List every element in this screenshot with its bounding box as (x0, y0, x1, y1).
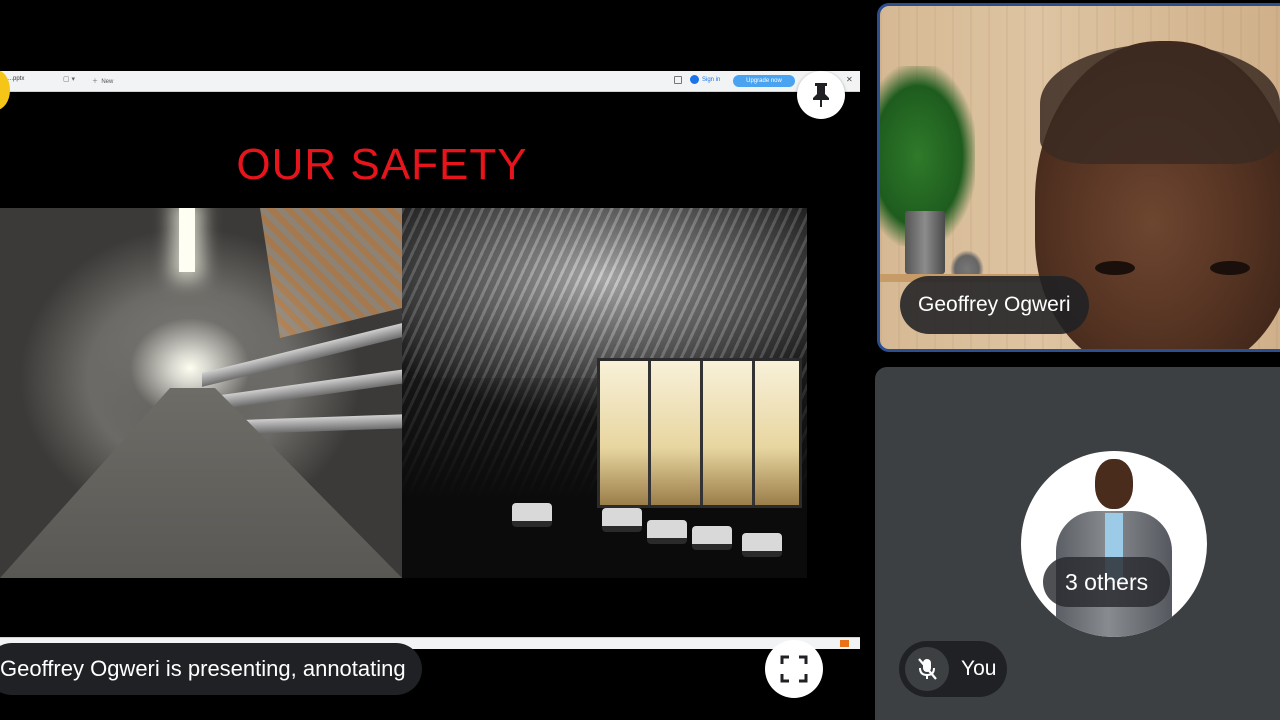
participant-name-label: Geoffrey Ogweri (900, 276, 1089, 334)
window-mullion (700, 361, 703, 505)
fullscreen-icon (780, 655, 808, 683)
presentation-stage: ...pptx ▢ ▾ ＋ New Sign in Upgrade now ✕ … (0, 0, 862, 720)
self-name-label: You (961, 657, 997, 680)
participant-tile-geoffrey[interactable]: Geoffrey Ogweri (877, 3, 1280, 352)
lounge-chair (647, 520, 687, 544)
shared-browser-toolbar: ...pptx ▢ ▾ ＋ New Sign in Upgrade now ✕ (0, 71, 860, 92)
lounge-chair (512, 503, 552, 527)
participant-hair (1040, 44, 1280, 164)
participant-eye (1095, 261, 1135, 275)
new-tab-label: ＋ New (92, 79, 114, 85)
meeting-window: ...pptx ▢ ▾ ＋ New Sign in Upgrade now ✕ … (0, 0, 1280, 720)
others-count-label: 3 others (1043, 557, 1171, 607)
glass-room (597, 358, 802, 508)
participant-eye (1210, 261, 1250, 275)
window-mullion (648, 361, 651, 505)
upgrade-button: Upgrade now (733, 75, 795, 87)
cave-lounge-photo (402, 208, 807, 578)
sign-in-link: Sign in (690, 75, 720, 84)
background-stones (950, 250, 984, 274)
tunnel-tile-wall (260, 208, 402, 338)
lounge-chair (692, 526, 732, 550)
window-mullion (752, 361, 755, 505)
lounge-chair (742, 533, 782, 557)
avatar (1021, 451, 1207, 637)
fullscreen-button[interactable] (765, 640, 823, 698)
tunnel-photo (0, 208, 402, 578)
self-view-label[interactable]: You (899, 641, 1007, 697)
tab-controls-icon: ▢ ▾ (63, 76, 76, 83)
pin-icon (813, 83, 829, 107)
browser-tab-label: ...pptx (8, 76, 25, 82)
participant-tile-others[interactable]: 3 others You (875, 367, 1280, 720)
pin-button[interactable] (797, 71, 845, 119)
tunnel-ceiling-light (179, 208, 195, 272)
new-tab-text: New (101, 79, 114, 85)
mic-off-icon (918, 658, 937, 680)
sign-in-text: Sign in (702, 76, 721, 83)
avatar-face (1095, 459, 1133, 509)
slide-title: OUR SAFETY (236, 140, 528, 189)
background-vase (905, 211, 945, 274)
presenting-status: Geoffrey Ogweri is presenting, annotatin… (0, 643, 422, 695)
lounge-chair (602, 508, 642, 532)
close-icon: ✕ (846, 75, 853, 84)
account-icon (690, 75, 699, 84)
window-square-icon (674, 76, 682, 84)
mic-off-button[interactable] (905, 647, 949, 691)
taskbar-app-icon (840, 640, 849, 647)
